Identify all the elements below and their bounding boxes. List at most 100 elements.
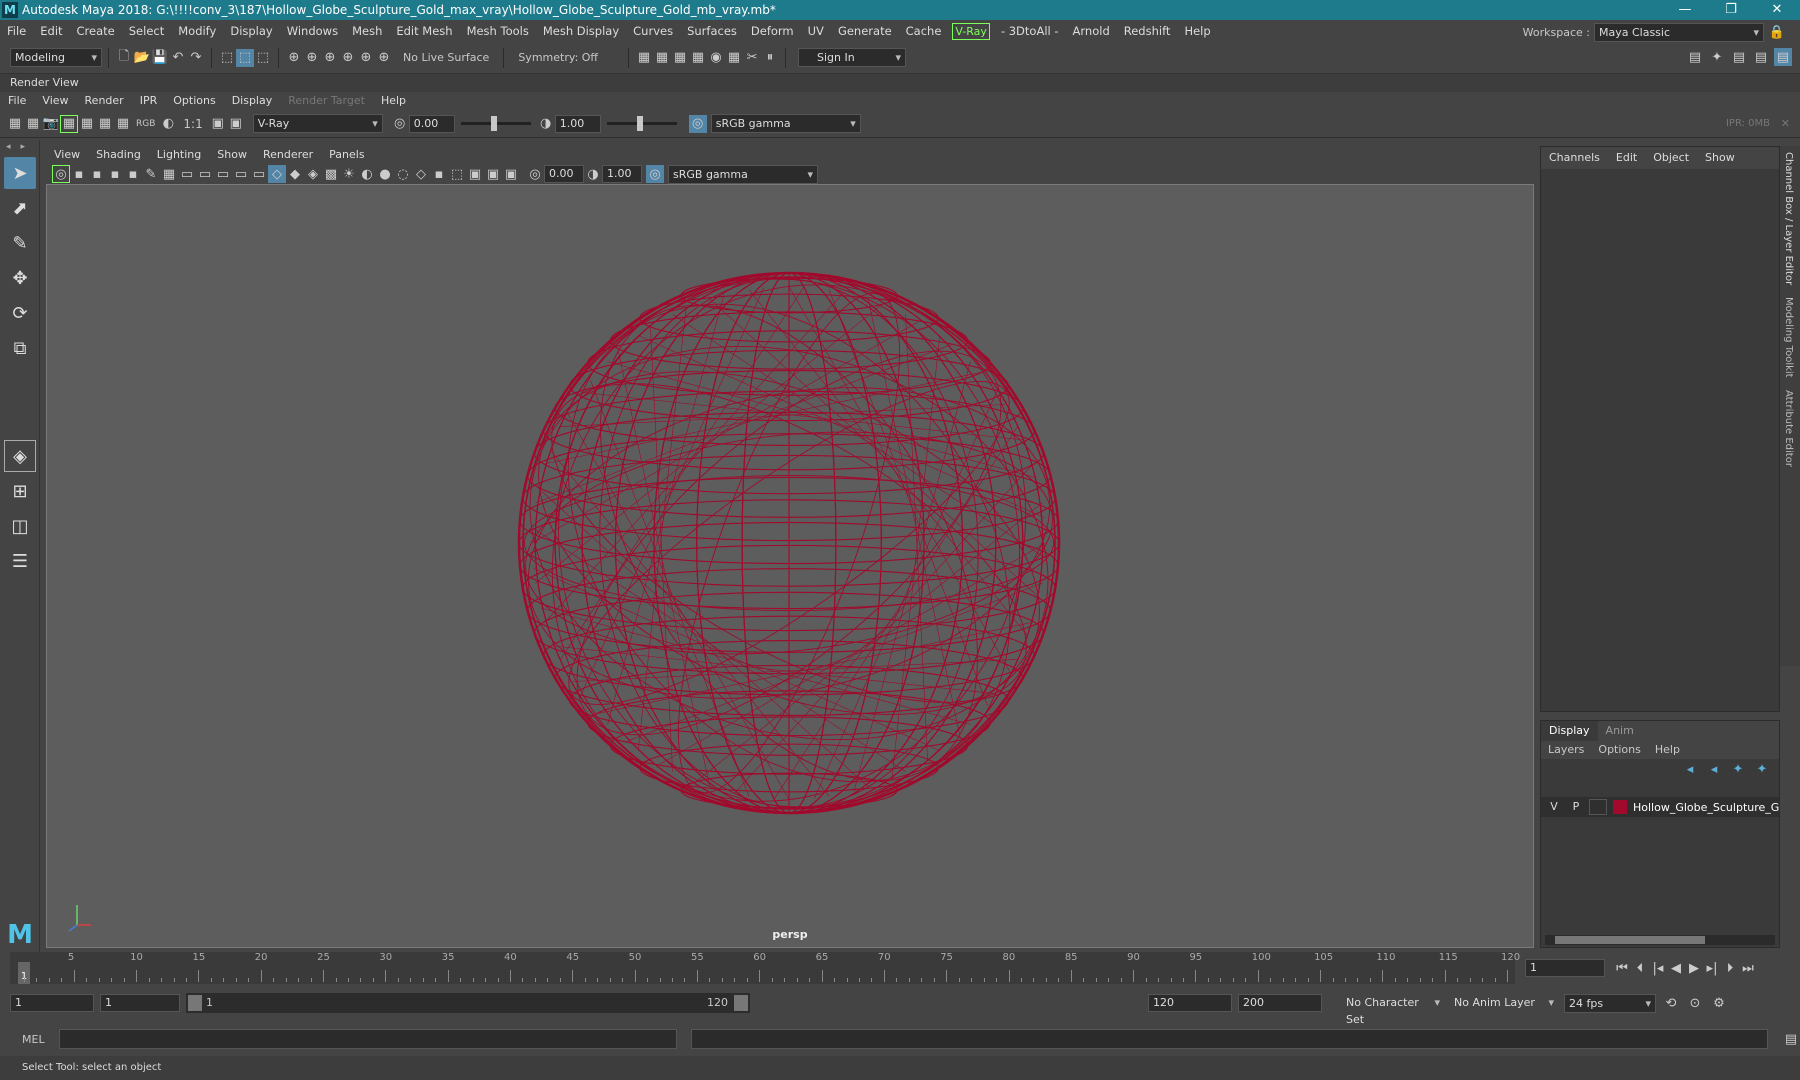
select-component-icon[interactable]: ⬚ bbox=[254, 49, 272, 67]
fps-dropdown[interactable]: 24 fps bbox=[1564, 993, 1656, 1013]
menu-vray[interactable]: V-Ray bbox=[952, 22, 990, 40]
time-slider[interactable]: 1 5 10 15 20 25 30 35 40 45 50 55 60 65 70 75 80 85 90 95 1… bbox=[10, 952, 1520, 984]
rv-menu-render[interactable]: Render bbox=[77, 92, 132, 110]
animation-end-field[interactable]: 200 bbox=[1238, 994, 1322, 1012]
vp-menu-lighting[interactable]: Lighting bbox=[149, 146, 209, 164]
bookmarks-icon[interactable]: ▪ bbox=[88, 165, 106, 183]
save-scene-icon[interactable]: 💾 bbox=[151, 49, 169, 67]
tab-anim[interactable]: Anim bbox=[1598, 721, 1642, 741]
go-to-end-icon[interactable]: ⏭ bbox=[1739, 959, 1757, 977]
mode-dropdown[interactable]: Modeling bbox=[10, 48, 102, 67]
symmetry-label[interactable]: Symmetry: Off bbox=[518, 51, 598, 64]
xray-components-icon[interactable]: ▣ bbox=[502, 165, 520, 183]
film-gate-icon[interactable]: ▭ bbox=[178, 165, 196, 183]
globe-wireframe[interactable] bbox=[47, 185, 1533, 947]
persp-outliner-layout-icon[interactable]: ◫ bbox=[4, 510, 36, 542]
textured-icon[interactable]: ▩ bbox=[322, 165, 340, 183]
menu-deform[interactable]: Deform bbox=[744, 20, 801, 42]
vp-exposure-field[interactable]: 0.00 bbox=[544, 165, 584, 183]
open-scene-icon[interactable]: 📂 bbox=[133, 49, 151, 67]
vp-colorspace-dropdown[interactable]: sRGB gamma bbox=[668, 164, 818, 184]
rv-colorspace-dropdown[interactable]: sRGB gamma bbox=[710, 114, 861, 133]
resolution-gate-icon[interactable]: ▭ bbox=[196, 165, 214, 183]
scale-tool-icon[interactable]: ⧉ bbox=[4, 332, 36, 364]
select-object-icon[interactable]: ⬚ bbox=[236, 48, 254, 67]
modeling-toolkit-icon[interactable]: ▤ bbox=[1686, 48, 1704, 66]
tab-display[interactable]: Display bbox=[1541, 721, 1598, 741]
command-language-label[interactable]: MEL bbox=[22, 1033, 45, 1046]
lasso-tool-icon[interactable]: ⬈ bbox=[4, 192, 36, 224]
menu-edit-mesh[interactable]: Edit Mesh bbox=[389, 20, 459, 42]
auto-key-icon[interactable]: ⊙ bbox=[1686, 994, 1704, 1012]
anti-aliasing-icon[interactable]: ◇ bbox=[412, 165, 430, 183]
snap-curve-icon[interactable]: ⊕ bbox=[303, 49, 321, 67]
menu-file[interactable]: File bbox=[0, 20, 33, 42]
rv-menu-display[interactable]: Display bbox=[224, 92, 281, 110]
lock-icon[interactable]: 🔒 bbox=[1768, 23, 1786, 41]
playback-end-field[interactable]: 120 bbox=[1148, 994, 1232, 1012]
keep-image-icon[interactable]: ▣ bbox=[209, 115, 227, 133]
grid-icon[interactable]: ▦ bbox=[160, 165, 178, 183]
layer-display-type[interactable] bbox=[1589, 799, 1607, 815]
menu-arnold[interactable]: Arnold bbox=[1066, 20, 1117, 42]
play-backwards-icon[interactable]: ◀ bbox=[1667, 959, 1685, 977]
attribute-editor-icon[interactable]: ▤ bbox=[1730, 48, 1748, 66]
step-forward-frame-icon[interactable]: ▸| bbox=[1703, 959, 1721, 977]
menu-modify[interactable]: Modify bbox=[171, 20, 223, 42]
rotate-tool-icon[interactable]: ⟳ bbox=[4, 297, 36, 329]
menu-3dtoall[interactable]: - 3DtoAll - bbox=[994, 20, 1066, 42]
render-settings-icon[interactable]: ▦ bbox=[689, 49, 707, 67]
menu-surfaces[interactable]: Surfaces bbox=[680, 20, 744, 42]
smooth-shade-icon[interactable]: ◆ bbox=[286, 165, 304, 183]
anim-layer-dropdown[interactable]: No Anim Layer bbox=[1450, 993, 1558, 1013]
animation-start-field[interactable]: 1 bbox=[10, 994, 94, 1012]
menu-help[interactable]: Help bbox=[1177, 20, 1217, 42]
current-frame-field[interactable]: 1 bbox=[1525, 959, 1605, 977]
move-layer-up-icon[interactable]: ◂ bbox=[1681, 760, 1699, 778]
rv-menu-file[interactable]: File bbox=[0, 92, 34, 110]
snap-pivot-icon[interactable]: ⊕ bbox=[375, 49, 393, 67]
layer-playback-toggle[interactable]: P bbox=[1567, 799, 1585, 815]
gate-mask-icon[interactable]: ▭ bbox=[214, 165, 232, 183]
outliner-icon[interactable]: ☰ bbox=[4, 545, 36, 577]
menu-display[interactable]: Display bbox=[223, 20, 279, 42]
rv-exposure-slider[interactable] bbox=[460, 116, 531, 131]
menu-mesh-display[interactable]: Mesh Display bbox=[536, 20, 626, 42]
ambient-occlusion-icon[interactable]: ● bbox=[376, 165, 394, 183]
new-scene-icon[interactable]: 🗋 bbox=[115, 49, 133, 67]
color-management-icon[interactable]: ◎ bbox=[688, 114, 707, 133]
alpha-channel-icon[interactable]: ◐ bbox=[159, 115, 177, 133]
select-hierarchy-icon[interactable]: ⬚ bbox=[218, 49, 236, 67]
render-history-icon[interactable]: ▦ bbox=[635, 49, 653, 67]
render-history-icon[interactable]: ▦ bbox=[114, 115, 132, 133]
render-region-icon[interactable]: ▦ bbox=[24, 115, 42, 133]
render-frame-icon[interactable]: ▦ bbox=[653, 49, 671, 67]
step-back-key-icon[interactable]: ⏴ bbox=[1631, 959, 1649, 977]
animation-preferences-icon[interactable]: ⚙ bbox=[1710, 994, 1728, 1012]
snap-surface-icon[interactable]: ⊕ bbox=[357, 49, 375, 67]
menu-curves[interactable]: Curves bbox=[626, 20, 680, 42]
menu-uv[interactable]: UV bbox=[801, 20, 831, 42]
character-set-dropdown[interactable]: No Character Set bbox=[1328, 993, 1444, 1026]
rv-menu-help[interactable]: Help bbox=[373, 92, 414, 110]
isolate-select-icon[interactable]: ⬚ bbox=[448, 165, 466, 183]
new-layer-selected-icon[interactable]: ✦ bbox=[1753, 760, 1771, 778]
single-perspective-layout-icon[interactable]: ◈ bbox=[4, 440, 36, 472]
layer-color-swatch[interactable] bbox=[1613, 800, 1627, 814]
menu-edit[interactable]: Edit bbox=[33, 20, 69, 42]
menu-mesh-tools[interactable]: Mesh Tools bbox=[460, 20, 536, 42]
range-slider[interactable]: 1 120 bbox=[186, 993, 750, 1013]
2d-pan-zoom-icon[interactable]: ▪ bbox=[124, 165, 142, 183]
grease-pencil-icon[interactable]: ✎ bbox=[142, 165, 160, 183]
wireframe-on-shaded-icon[interactable]: ◈ bbox=[304, 165, 322, 183]
layer-name[interactable]: Hollow_Globe_Sculpture_Gold bbox=[1633, 801, 1779, 814]
menu-windows[interactable]: Windows bbox=[280, 20, 345, 42]
rv-exposure-field[interactable]: 0.00 bbox=[408, 114, 455, 133]
renderer-dropdown[interactable]: V-Ray bbox=[252, 114, 383, 133]
vp-menu-view[interactable]: View bbox=[46, 146, 88, 164]
motion-blur-icon[interactable]: ◌ bbox=[394, 165, 412, 183]
menu-mesh[interactable]: Mesh bbox=[345, 20, 389, 42]
cb-menu-channels[interactable]: Channels bbox=[1541, 147, 1608, 169]
snap-view-icon[interactable]: ⊕ bbox=[339, 49, 357, 67]
cb-menu-show[interactable]: Show bbox=[1697, 147, 1743, 169]
